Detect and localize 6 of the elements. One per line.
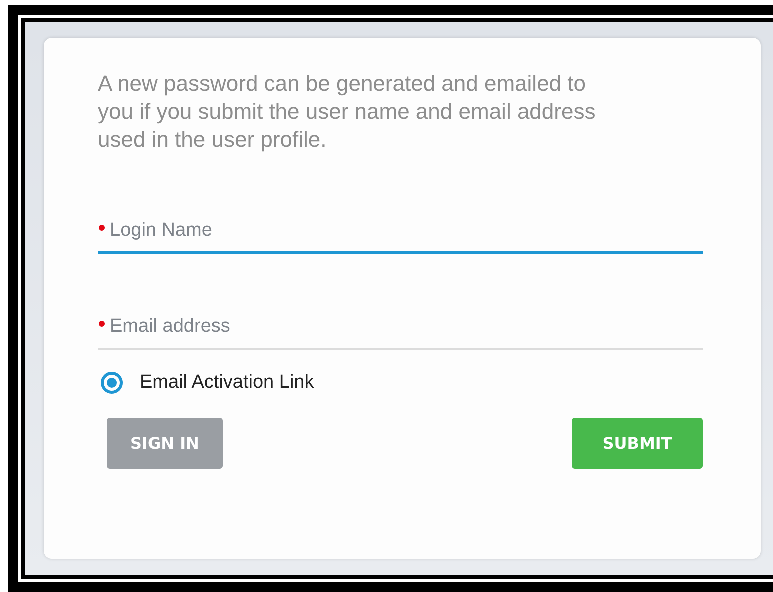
- input-field[interactable]: Login Name: [98, 210, 703, 254]
- sign-in-button[interactable]: SIGN IN: [107, 418, 223, 469]
- submit-button[interactable]: SUBMIT: [572, 418, 703, 469]
- radio-button[interactable]: [101, 372, 123, 394]
- info-text: A new password can be generated and emailed to you if you submit the user name and email address used in the user profile.: [98, 70, 597, 154]
- radio-label: Email Activation Link: [140, 372, 314, 394]
